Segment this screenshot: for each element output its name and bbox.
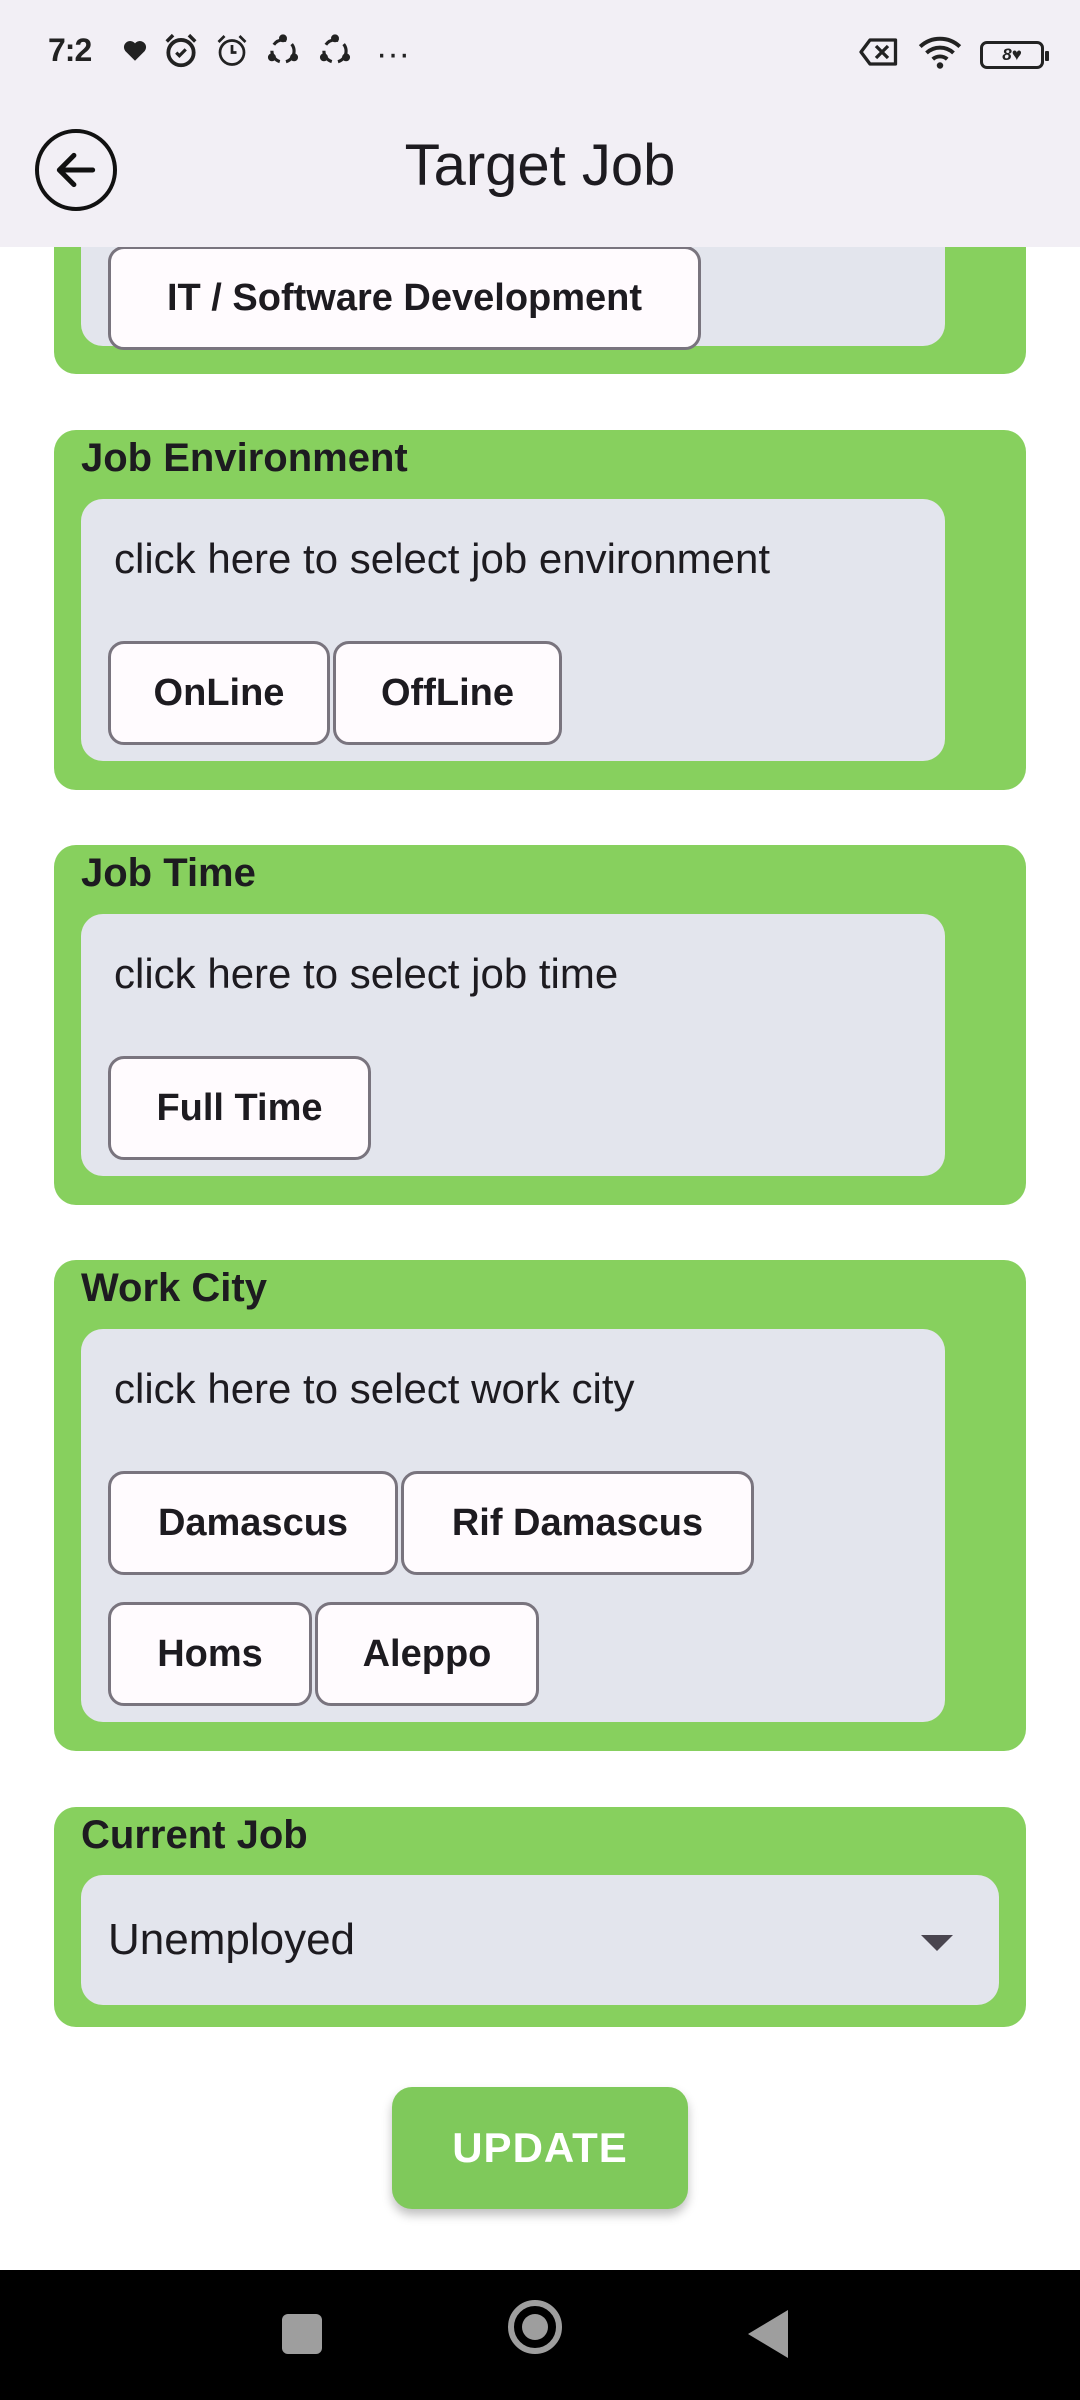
work-city-selector[interactable]: click here to select work city Damascus … — [81, 1329, 945, 1722]
current-job-value: Unemployed — [108, 1915, 356, 1964]
current-job-title: Current Job — [81, 1813, 308, 1857]
top-bar: 7:2 ··· 8 ♥ Target Job — [0, 0, 1080, 247]
chip-homs[interactable]: Homs — [108, 1602, 312, 1706]
more-notifications-icon: ··· — [376, 34, 410, 73]
home-icon[interactable] — [508, 2300, 562, 2354]
chip-job-field[interactable]: IT / Software Development — [108, 246, 701, 350]
battery-level: 8 — [1002, 44, 1012, 64]
chip-offline[interactable]: OffLine — [333, 641, 562, 745]
job-environment-selector[interactable]: click here to select job environment OnL… — [81, 499, 945, 761]
update-button[interactable]: UPDATE — [392, 2087, 688, 2209]
work-city-title: Work City — [81, 1266, 267, 1310]
job-environment-hint[interactable]: click here to select job environment — [114, 535, 770, 583]
chip-damascus[interactable]: Damascus — [108, 1471, 398, 1575]
status-icons-left: ··· — [122, 32, 410, 75]
chip-rif-damascus[interactable]: Rif Damascus — [401, 1471, 754, 1575]
current-job-dropdown[interactable]: Unemployed — [81, 1875, 999, 2005]
sim-off-icon — [858, 36, 900, 73]
page-title: Target Job — [404, 133, 676, 198]
alarm-outline-icon — [214, 33, 250, 74]
job-time-hint[interactable]: click here to select job time — [114, 950, 618, 998]
app-bar: Target Job — [0, 110, 1080, 247]
job-time-card: Job Time click here to select job time F… — [54, 845, 1026, 1205]
wifi-icon — [918, 34, 962, 75]
current-job-card: Current Job Unemployed — [54, 1807, 1026, 2027]
status-time: 7:2 — [48, 32, 92, 68]
dropdown-arrow-icon — [921, 1935, 953, 1951]
back-triangle-icon[interactable] — [748, 2310, 788, 2358]
system-navigation-bar — [0, 2270, 1080, 2400]
job-time-title: Job Time — [81, 851, 256, 895]
work-city-hint[interactable]: click here to select work city — [114, 1365, 635, 1413]
work-city-card: Work City click here to select work city… — [54, 1260, 1026, 1751]
recent-apps-icon[interactable] — [282, 2314, 322, 2354]
heart-icon — [122, 38, 148, 69]
chip-aleppo[interactable]: Aleppo — [315, 1602, 539, 1706]
screen: IT / Software Development Job Environmen… — [0, 0, 1080, 2400]
job-time-selector[interactable]: click here to select job time Full Time — [81, 914, 945, 1176]
status-icons-right: 8 ♥ — [858, 34, 1049, 75]
chip-online[interactable]: OnLine — [108, 641, 330, 745]
sync-icon — [316, 32, 354, 75]
chip-full-time[interactable]: Full Time — [108, 1056, 371, 1160]
battery-icon: 8 ♥ — [980, 40, 1049, 69]
job-environment-card: Job Environment click here to select job… — [54, 430, 1026, 790]
job-environment-title: Job Environment — [81, 436, 408, 480]
sync-icon — [264, 32, 302, 75]
alarm-icon — [162, 32, 200, 75]
status-bar: 7:2 ··· 8 ♥ — [0, 0, 1080, 110]
